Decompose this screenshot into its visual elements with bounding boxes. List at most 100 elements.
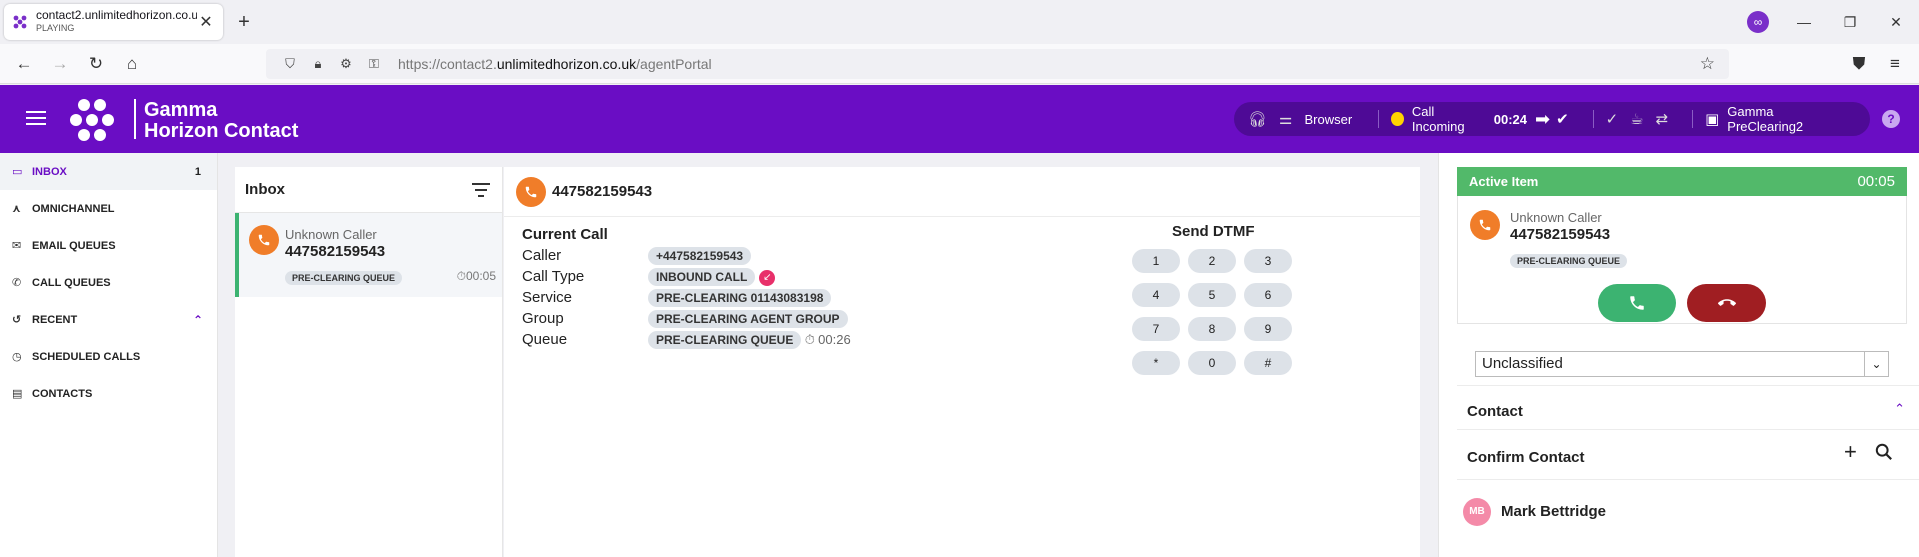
app-header: Gamma Horizon Contact 🎧︎ ⚌ Browser Call … (0, 85, 1919, 153)
chevron-down-icon[interactable]: ⌄ (1864, 352, 1888, 376)
dtmf-key-0[interactable]: 0 (1188, 351, 1236, 375)
device-label: Browser (1304, 111, 1353, 127)
filter-icon[interactable] (472, 183, 490, 201)
brand-name: Gamma Horizon Contact (144, 99, 299, 142)
new-tab-button[interactable]: + (232, 10, 256, 34)
restore-icon[interactable]: ❐ (1838, 10, 1862, 34)
close-window-icon[interactable]: ✕ (1884, 10, 1908, 34)
forward-arrow-icon[interactable]: ➡ (1535, 109, 1550, 130)
forward-arrow-icon[interactable]: → (48, 52, 72, 76)
help-icon[interactable]: ? (1882, 110, 1900, 128)
service-value: PRE-CLEARING 01143083198 (648, 289, 832, 307)
status-dot (1391, 112, 1404, 126)
dtmf-key-6[interactable]: 6 (1244, 283, 1292, 307)
active-item-card: Unknown Caller 447582159543 PRE-CLEARING… (1457, 196, 1907, 324)
pocket-icon[interactable]: ⛊ (1847, 52, 1871, 76)
service-label: Service (522, 289, 573, 306)
active-caller: Unknown Caller (1510, 210, 1602, 225)
ready-check-icon[interactable]: ✓ (1606, 110, 1619, 128)
key-icon[interactable]: ⚿ (364, 56, 384, 72)
nav-item-email-queues[interactable]: ✉ EMAIL QUEUES (0, 227, 217, 264)
call-number-title: 447582159543 (552, 183, 653, 200)
agent-name[interactable]: Gamma PreClearing2 (1727, 104, 1842, 134)
call-detail-header: 447582159543 (504, 167, 1420, 217)
dtmf-key-5[interactable]: 5 (1188, 283, 1236, 307)
chevron-up-icon[interactable]: ⌃ (1894, 401, 1905, 417)
dtmf-key-7[interactable]: 7 (1132, 317, 1180, 341)
dtmf-key-star[interactable]: * (1132, 351, 1180, 375)
caller-label: Caller (522, 247, 562, 264)
browser-tab-bar: contact2.unlimitedhorizon.co.uk PLAYING … (0, 0, 1919, 44)
phone-call-icon (1470, 210, 1500, 240)
omnichannel-icon: ⋏ (12, 203, 21, 215)
nav-item-omnichannel[interactable]: ⋏ OMNICHANNEL (0, 190, 217, 227)
phone-answer-icon (1630, 296, 1644, 310)
extension-icon[interactable]: ∞ (1747, 11, 1769, 33)
app-menu-icon[interactable]: ≡ (1883, 52, 1907, 76)
headset-icon[interactable]: 🎧︎ (1248, 110, 1267, 128)
check-circle-icon[interactable]: ✔ (1556, 110, 1569, 128)
minimize-icon[interactable]: — (1792, 10, 1816, 34)
answer-call-button[interactable] (1598, 284, 1676, 322)
reload-icon[interactable]: ↻ (84, 52, 108, 76)
contact-section-title: Contact (1467, 403, 1523, 420)
call-timer: 00:24 (1493, 111, 1527, 127)
dtmf-key-1[interactable]: 1 (1132, 249, 1180, 273)
add-contact-icon[interactable]: + (1844, 441, 1857, 463)
agent-status-bar: 🎧︎ ⚌ Browser Call Incoming 00:24 ➡ ✔ ✓ ☕… (1234, 102, 1870, 136)
close-tab-icon[interactable]: ✕ (197, 13, 215, 31)
clock-icon: ◷ (12, 351, 22, 363)
stopwatch-icon: ⏱︎ (456, 269, 466, 283)
inbox-item-number: 447582159543 (285, 243, 386, 260)
dtmf-key-2[interactable]: 2 (1188, 249, 1236, 273)
inbox-panel: Inbox Unknown Caller 447582159543 PRE-CL… (235, 167, 503, 557)
group-value: PRE-CLEARING AGENT GROUP (648, 310, 848, 328)
back-arrow-icon[interactable]: ← (12, 52, 36, 76)
reject-call-button[interactable] (1687, 284, 1766, 322)
dtmf-key-9[interactable]: 9 (1244, 317, 1292, 341)
dtmf-key-8[interactable]: 8 (1188, 317, 1236, 341)
nav-item-contacts[interactable]: ▤ CONTACTS (0, 375, 217, 412)
nav-item-scheduled-calls[interactable]: ◷ SCHEDULED CALLS (0, 338, 217, 375)
envelope-icon: ✉ (12, 240, 22, 252)
dtmf-key-hash[interactable]: # (1244, 351, 1292, 375)
inbox-item[interactable]: Unknown Caller 447582159543 PRE-CLEARING… (235, 213, 502, 297)
url-bar[interactable]: ⛉ 🔒︎ ⚙ ⚿ https://contact2.unlimitedhoriz… (266, 49, 1729, 79)
stopwatch-icon: ⏱︎ (804, 332, 815, 347)
nav-item-recent[interactable]: ↺ RECENT ⌃ (0, 301, 217, 338)
inbound-call-icon: ↙ (759, 269, 776, 286)
settings-sliders-icon[interactable]: ⚌ (1279, 110, 1292, 128)
history-icon: ↺ (12, 314, 22, 326)
phone-icon: ✆ (12, 277, 22, 289)
url-text: https://contact2.unlimitedhorizon.co.uk/… (398, 56, 712, 72)
classification-select[interactable]: Unclassified ⌄ (1475, 351, 1889, 377)
classification-value: Unclassified (1482, 355, 1563, 372)
bookmark-star-icon[interactable]: ☆ (1700, 54, 1715, 74)
avatar: MB (1463, 498, 1491, 526)
nav-item-call-queues[interactable]: ✆ CALL QUEUES (0, 264, 217, 301)
permissions-icon[interactable]: ⚙ (336, 56, 356, 72)
site-favicon-icon (13, 15, 27, 29)
dtmf-key-4[interactable]: 4 (1132, 283, 1180, 307)
shield-icon[interactable]: ⛉ (280, 56, 300, 72)
break-coffee-icon[interactable]: ☕︎ (1630, 110, 1643, 128)
dtmf-key-3[interactable]: 3 (1244, 249, 1292, 273)
active-item-timer: 00:05 (1857, 173, 1895, 190)
hamburger-menu-icon[interactable] (26, 111, 46, 125)
search-icon[interactable] (1875, 443, 1893, 461)
queue-value: PRE-CLEARING QUEUE (648, 331, 802, 349)
call-type-value: INBOUND CALL (648, 268, 756, 286)
tab-playing-status: PLAYING (36, 23, 75, 33)
lock-icon[interactable]: 🔒︎ (308, 56, 328, 72)
chevron-up-icon[interactable]: ⌃ (193, 313, 203, 327)
nav-item-inbox[interactable]: ▭ INBOX 1 (0, 153, 217, 190)
home-icon[interactable]: ⌂ (120, 52, 144, 76)
contact-name[interactable]: Mark Bettridge (1501, 503, 1606, 520)
transfer-icon[interactable]: ⇄ (1656, 110, 1669, 128)
confirm-contact-title: Confirm Contact (1467, 449, 1585, 466)
caller-value: +447582159543 (648, 247, 752, 265)
contact-card-icon: ▤ (12, 388, 23, 400)
browser-tab[interactable]: contact2.unlimitedhorizon.co.uk PLAYING … (4, 4, 223, 40)
queue-label: Queue (522, 331, 568, 348)
agent-badge-icon[interactable]: ▣ (1705, 110, 1719, 128)
